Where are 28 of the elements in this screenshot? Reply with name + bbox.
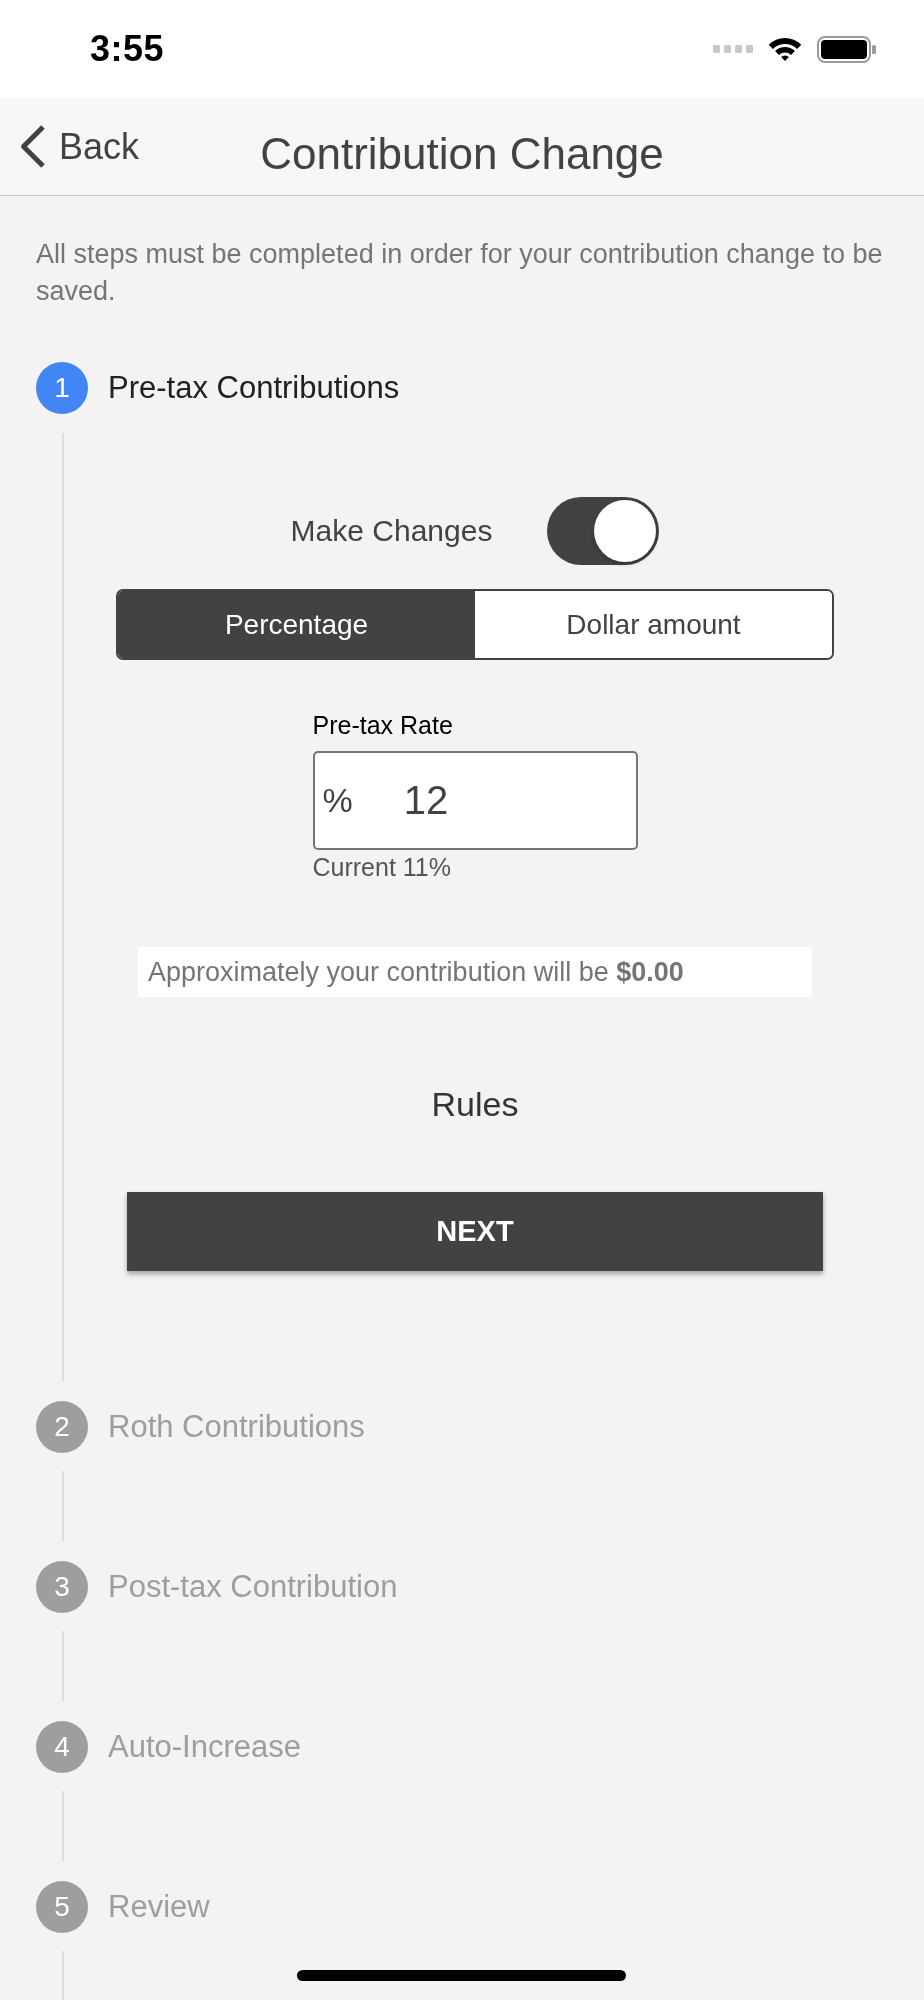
back-button[interactable]: Back (19, 124, 140, 169)
step-number: 2 (36, 1401, 88, 1453)
segment-button[interactable]: Percentage (118, 591, 475, 658)
rules-link[interactable]: Rules (431, 1084, 519, 1124)
field-label: Pre-tax Rate (312, 710, 453, 740)
step-number: 4 (36, 1721, 88, 1773)
step-title: Post-tax Contribution (108, 1569, 398, 1605)
contribution-estimate: Approximately your contribution will be $0.00 (138, 947, 812, 997)
step-title: Review (108, 1889, 210, 1925)
toggle-label: Make Changes (290, 513, 493, 548)
next-button[interactable]: NEXT (127, 1192, 823, 1271)
intro-text: All steps must be completed in order for your contribution change to be saved. (36, 238, 884, 308)
chevron-left-icon (19, 124, 46, 169)
wifi-icon (767, 36, 803, 62)
percent-sign: % (322, 781, 353, 820)
screen-title: Contribution Change (260, 128, 664, 179)
step-number: 3 (36, 1561, 88, 1613)
step-title: Roth Contributions (108, 1409, 365, 1445)
rate-field[interactable]: % 12 (312, 751, 638, 850)
signal-icon (713, 45, 753, 53)
step-title: Auto-Increase (108, 1729, 301, 1765)
current-rate-note: Current 11% (312, 852, 451, 882)
rate-input[interactable]: 12 (403, 778, 584, 823)
step-title: Pre-tax Contributions (108, 370, 400, 406)
battery-icon (817, 35, 876, 63)
step-number: 1 (36, 362, 88, 414)
step-number: 5 (36, 1881, 88, 1933)
status-time: 3:55 (90, 28, 165, 70)
